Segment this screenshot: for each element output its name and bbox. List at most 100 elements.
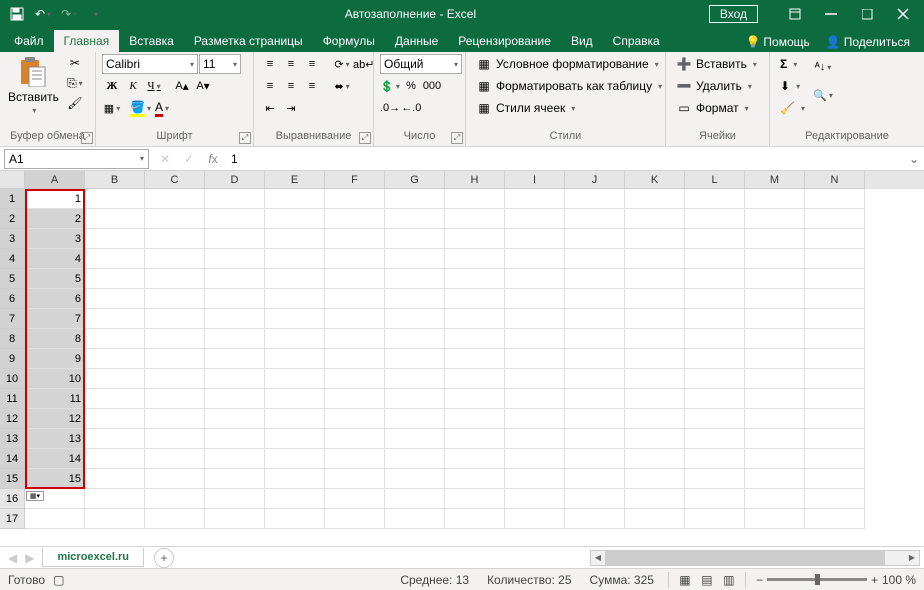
font-color-icon[interactable]: A▾ (152, 98, 172, 118)
cell[interactable] (445, 489, 505, 509)
cell[interactable] (805, 349, 865, 369)
format-as-table-button[interactable]: ▦Форматировать как таблицу▾ (472, 76, 666, 96)
cell[interactable] (805, 309, 865, 329)
dialog-launcher[interactable]: ⤢ (81, 132, 93, 144)
decrease-indent-icon[interactable]: ⇤ (260, 98, 280, 118)
sheet-nav-next-icon[interactable]: ▶ (25, 551, 34, 565)
cell[interactable] (385, 269, 445, 289)
row-header[interactable]: 9 (0, 349, 25, 369)
cell[interactable]: 6 (25, 289, 85, 309)
cell[interactable] (625, 429, 685, 449)
italic-button[interactable]: К (123, 76, 143, 96)
zoom-in-icon[interactable]: + (871, 573, 878, 587)
cell[interactable] (565, 449, 625, 469)
cell[interactable] (565, 229, 625, 249)
cell[interactable] (385, 449, 445, 469)
cell[interactable] (505, 249, 565, 269)
zoom-out-icon[interactable]: − (756, 573, 763, 587)
cell[interactable] (685, 509, 745, 529)
cell[interactable] (805, 229, 865, 249)
login-button[interactable]: Вход (709, 5, 758, 23)
align-right-icon[interactable]: ≡ (302, 76, 322, 96)
number-format-combo[interactable]: Общий▾ (380, 54, 462, 74)
find-select-icon[interactable]: 🔍▾ (813, 82, 833, 108)
cell[interactable] (385, 329, 445, 349)
cell[interactable] (145, 329, 205, 349)
column-header[interactable]: G (385, 171, 445, 189)
row-header[interactable]: 7 (0, 309, 25, 329)
cell[interactable] (265, 389, 325, 409)
cell[interactable] (505, 369, 565, 389)
cell[interactable] (205, 269, 265, 289)
cell[interactable] (565, 329, 625, 349)
cell[interactable] (85, 469, 145, 489)
cell[interactable] (205, 189, 265, 209)
cell[interactable] (745, 209, 805, 229)
row-header[interactable]: 17 (0, 509, 25, 529)
cell[interactable] (325, 229, 385, 249)
cell[interactable] (565, 189, 625, 209)
cell[interactable] (385, 309, 445, 329)
column-header[interactable]: A (25, 171, 85, 189)
wrap-text-icon[interactable]: ab↵ (353, 54, 374, 74)
cell[interactable] (565, 309, 625, 329)
cell[interactable] (685, 249, 745, 269)
cell[interactable] (805, 209, 865, 229)
cell[interactable]: 12 (25, 409, 85, 429)
qat-customize-icon[interactable]: ▾ (84, 3, 106, 25)
cell[interactable] (745, 309, 805, 329)
cell[interactable] (565, 289, 625, 309)
cell[interactable] (325, 289, 385, 309)
cell[interactable] (745, 249, 805, 269)
cell[interactable] (565, 469, 625, 489)
cell[interactable] (685, 289, 745, 309)
row-header[interactable]: 14 (0, 449, 25, 469)
underline-button[interactable]: Ч▾ (144, 76, 164, 96)
cell[interactable] (85, 409, 145, 429)
cell[interactable] (445, 189, 505, 209)
tab-formulas[interactable]: Формулы (313, 30, 385, 52)
column-header[interactable]: L (685, 171, 745, 189)
autofill-options-icon[interactable]: ▦▾ (26, 491, 44, 501)
cell[interactable] (685, 369, 745, 389)
cell[interactable] (745, 329, 805, 349)
copy-icon[interactable]: ⎘▾ (65, 74, 85, 92)
cell[interactable] (205, 289, 265, 309)
cell[interactable] (745, 289, 805, 309)
cut-icon[interactable]: ✂ (65, 54, 85, 72)
cell[interactable]: 9 (25, 349, 85, 369)
cell[interactable] (325, 449, 385, 469)
cell[interactable] (385, 249, 445, 269)
cell[interactable] (685, 449, 745, 469)
row-header[interactable]: 6 (0, 289, 25, 309)
cell[interactable] (625, 509, 685, 529)
merge-icon[interactable]: ⬌▾ (332, 76, 352, 96)
cell[interactable] (205, 509, 265, 529)
zoom-level[interactable]: 100 % (882, 573, 916, 587)
cell[interactable] (685, 409, 745, 429)
row-header[interactable]: 13 (0, 429, 25, 449)
cell[interactable] (325, 309, 385, 329)
cell[interactable] (685, 469, 745, 489)
cell[interactable] (85, 229, 145, 249)
fill-button[interactable]: ⬇▾ (776, 76, 809, 96)
cell[interactable] (745, 469, 805, 489)
cell[interactable] (85, 429, 145, 449)
undo-icon[interactable]: ↶▾ (32, 3, 54, 25)
format-cells-button[interactable]: ▭Формат▾ (672, 98, 753, 118)
borders-icon[interactable]: ▦▾ (102, 98, 122, 118)
paste-button[interactable]: Вставить ▾ (6, 54, 61, 117)
cell[interactable] (145, 209, 205, 229)
decrease-font-icon[interactable]: A▾ (193, 76, 213, 96)
cell[interactable] (445, 309, 505, 329)
cell[interactable] (205, 329, 265, 349)
cell[interactable] (805, 489, 865, 509)
cell[interactable] (505, 489, 565, 509)
cell[interactable] (205, 449, 265, 469)
share-button[interactable]: 👤Поделиться (820, 32, 916, 52)
cell[interactable] (745, 509, 805, 529)
cell[interactable] (385, 489, 445, 509)
percent-icon[interactable]: % (401, 76, 421, 96)
cell[interactable] (325, 249, 385, 269)
column-header[interactable]: F (325, 171, 385, 189)
